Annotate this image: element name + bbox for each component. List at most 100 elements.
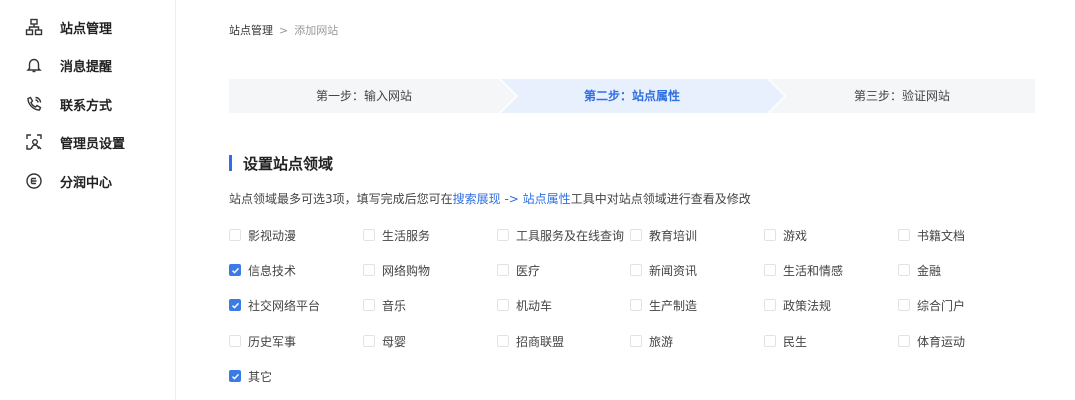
- sidebar-item-admin-settings[interactable]: 管理员设置: [24, 130, 125, 154]
- domain-option[interactable]: 其它: [229, 366, 272, 386]
- checkbox[interactable]: [497, 229, 509, 241]
- domain-option-label: 招商联盟: [516, 334, 565, 349]
- sidebar: 站点管理 消息提醒 联系方式 管理员设置 分润中心: [0, 0, 176, 400]
- domain-option-label: 音乐: [382, 298, 407, 313]
- sidebar-item-label: 站点管理: [60, 21, 113, 37]
- domain-option-label: 其它: [248, 369, 273, 384]
- section-title-bar: [229, 155, 232, 171]
- checkbox[interactable]: [764, 264, 776, 276]
- domain-option-label: 信息技术: [248, 263, 297, 278]
- domain-option[interactable]: 母婴: [363, 331, 406, 351]
- domain-option[interactable]: 新闻资讯: [630, 260, 697, 280]
- search-display-link[interactable]: 搜索展现: [453, 192, 501, 206]
- domain-option[interactable]: 招商联盟: [497, 331, 564, 351]
- domain-option[interactable]: 游戏: [764, 225, 807, 245]
- checkbox-checked[interactable]: [229, 370, 241, 382]
- domain-option[interactable]: 金融: [898, 260, 941, 280]
- checkbox[interactable]: [630, 299, 642, 311]
- domain-option-label: 生活和情感: [783, 263, 844, 278]
- domain-option[interactable]: 医疗: [497, 260, 540, 280]
- checkbox-checked[interactable]: [229, 299, 241, 311]
- sidebar-item-label: 消息提醒: [60, 59, 113, 75]
- domain-option[interactable]: 社交网络平台: [229, 295, 320, 315]
- sidebar-item-profit-center[interactable]: 分润中心: [24, 169, 112, 193]
- checkbox[interactable]: [898, 335, 910, 347]
- checkbox[interactable]: [363, 299, 375, 311]
- checkbox[interactable]: [764, 335, 776, 347]
- phone-icon: [24, 94, 44, 114]
- domain-option[interactable]: 影视动漫: [229, 225, 296, 245]
- checkbox[interactable]: [630, 229, 642, 241]
- domain-option[interactable]: 教育培训: [630, 225, 697, 245]
- breadcrumb: 站点管理 > 添加网站: [229, 22, 338, 38]
- domain-option-label: 网络购物: [382, 263, 431, 278]
- sidebar-item-site-management[interactable]: 站点管理: [24, 15, 112, 39]
- step-3: 第三步：验证网站: [853, 89, 950, 103]
- sitemap-icon: [24, 17, 44, 37]
- section-title: 设置站点领域: [229, 154, 333, 173]
- domain-option-label: 金融: [917, 263, 942, 278]
- desc-prefix: 站点领域最多可选3项，填写完成后您可在: [229, 192, 453, 206]
- checkbox[interactable]: [497, 299, 509, 311]
- domain-option[interactable]: 生活服务: [363, 225, 430, 245]
- domain-option-label: 旅游: [649, 334, 674, 349]
- step-progress: 第一步：输入网站 第二步：站点属性 第三步：验证网站: [229, 79, 1035, 113]
- checkbox[interactable]: [363, 229, 375, 241]
- domain-option-label: 医疗: [516, 263, 541, 278]
- domain-option-label: 民生: [783, 334, 808, 349]
- admin-icon: [24, 132, 44, 152]
- domain-option-label: 工具服务及在线查询: [516, 228, 625, 243]
- site-attributes-link[interactable]: 站点属性: [523, 192, 571, 206]
- domain-option[interactable]: 信息技术: [229, 260, 296, 280]
- domain-option[interactable]: 书籍文档: [898, 225, 965, 245]
- section-description: 站点领域最多可选3项，填写完成后您可在搜索展现 -> 站点属性工具中对站点领域进…: [229, 190, 751, 207]
- domain-option-label: 生产制造: [649, 298, 698, 313]
- checkbox[interactable]: [898, 264, 910, 276]
- checkbox-checked[interactable]: [229, 264, 241, 276]
- step-2: 第二步：站点属性: [583, 89, 680, 103]
- sidebar-item-message-reminder[interactable]: 消息提醒: [24, 53, 112, 77]
- domain-option[interactable]: 网络购物: [363, 260, 430, 280]
- checkbox[interactable]: [497, 335, 509, 347]
- domain-option-label: 教育培训: [649, 228, 698, 243]
- domain-option[interactable]: 综合门户: [898, 295, 965, 315]
- sidebar-item-contact[interactable]: 联系方式: [24, 92, 112, 116]
- checkbox[interactable]: [497, 264, 509, 276]
- step-1: 第一步：输入网站: [315, 89, 412, 103]
- check-icon: [231, 302, 239, 309]
- checkbox[interactable]: [898, 299, 910, 311]
- domain-option-label: 机动车: [516, 298, 553, 313]
- domain-option-label: 母婴: [382, 334, 407, 349]
- domain-option-label: 新闻资讯: [649, 263, 698, 278]
- checkbox[interactable]: [630, 264, 642, 276]
- domain-option[interactable]: 体育运动: [898, 331, 965, 351]
- domain-option[interactable]: 政策法规: [764, 295, 831, 315]
- domain-option[interactable]: 生活和情感: [764, 260, 843, 280]
- bell-icon: [24, 55, 44, 75]
- domain-option-label: 社交网络平台: [248, 298, 321, 313]
- check-icon: [231, 373, 239, 380]
- breadcrumb-root[interactable]: 站点管理: [229, 22, 273, 38]
- checkbox[interactable]: [764, 299, 776, 311]
- checkbox[interactable]: [363, 264, 375, 276]
- checkbox[interactable]: [630, 335, 642, 347]
- domain-option[interactable]: 机动车: [497, 295, 552, 315]
- domain-option-label: 生活服务: [382, 228, 431, 243]
- domain-option[interactable]: 音乐: [363, 295, 406, 315]
- domain-option[interactable]: 民生: [764, 331, 807, 351]
- checkbox[interactable]: [764, 229, 776, 241]
- domain-option[interactable]: 历史军事: [229, 331, 296, 351]
- share-icon: [24, 171, 44, 191]
- domain-option-label: 综合门户: [917, 298, 966, 313]
- breadcrumb-separator: >: [279, 23, 289, 37]
- checkbox[interactable]: [898, 229, 910, 241]
- domain-option[interactable]: 旅游: [630, 331, 673, 351]
- domain-option[interactable]: 工具服务及在线查询: [497, 225, 624, 245]
- checkbox[interactable]: [229, 229, 241, 241]
- check-icon: [231, 267, 239, 274]
- domain-option-label: 影视动漫: [248, 228, 297, 243]
- domain-option[interactable]: 生产制造: [630, 295, 697, 315]
- sidebar-item-label: 管理员设置: [60, 136, 126, 152]
- checkbox[interactable]: [229, 335, 241, 347]
- checkbox[interactable]: [363, 335, 375, 347]
